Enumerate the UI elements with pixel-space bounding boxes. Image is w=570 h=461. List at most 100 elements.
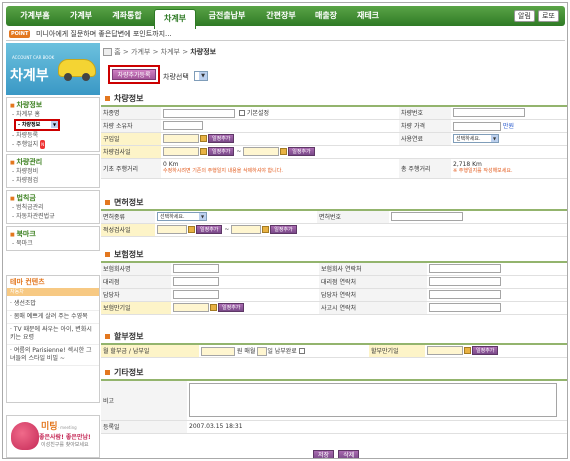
owner-label: 차량 소유자 (101, 118, 161, 133)
fuel-select[interactable]: 선택하세요. (453, 134, 499, 143)
section-license: 면허정보 면허종류 선택하세요. 면허번호 적성검사일 일정추가 ~ 일정추가 (101, 197, 567, 237)
installment-expire-input[interactable] (427, 346, 463, 356)
sidebar-menu: 차량정보 차계부 홈 차량정보 차량등록 주행일지 N 차량관리 차량정비 차량… (6, 97, 100, 253)
alarm-button[interactable]: 알림 (514, 10, 535, 22)
manager-tel-input[interactable] (429, 290, 501, 299)
license-type-select[interactable]: 선택하세요. (157, 212, 207, 222)
menu-group-title[interactable]: 차량관리 (10, 157, 96, 167)
carbook-logo: ACCOUNT CAR BOOK 차계부 (6, 43, 100, 95)
section-car-info: 차량정보 차종명 기본설정 차량번호 차량 소유자 차량 가격 만원 구입일 일… (101, 93, 567, 179)
sidebar-item-fines[interactable]: 범칙금관리 (10, 203, 96, 212)
tab-cashbook[interactable]: 금전출납부 (198, 6, 256, 26)
car-select-dropdown[interactable]: ▼ (194, 71, 208, 81)
accident-tel-input[interactable] (429, 303, 501, 312)
license-type-label: 면허종류 (101, 209, 155, 224)
add-schedule-button[interactable]: 일정추가 (288, 147, 315, 156)
paid-checkbox[interactable] (298, 348, 305, 355)
owner-input[interactable] (163, 121, 203, 130)
add-schedule-button[interactable]: 일정추가 (270, 225, 297, 234)
menu-group-title[interactable]: 법칙금 (10, 193, 96, 203)
manager-input[interactable] (173, 290, 219, 299)
meeting-banner[interactable]: 미팅· meeting 좋은사람! 좋은만남! 이성친구를 찾아보세요 (6, 415, 100, 458)
agency-tel-input[interactable] (429, 277, 501, 286)
calendar-icon[interactable] (210, 304, 217, 311)
price-input[interactable] (453, 121, 501, 131)
theme-item[interactable]: 생선조밥 (7, 298, 99, 311)
tab-home[interactable]: 가계부홈 (10, 6, 60, 26)
menu-group-bookmark: 북마크 북마크 (6, 226, 100, 251)
section-title: 차량정보 (101, 93, 567, 105)
meeting-line1: 좋은사람! 좋은만남! (39, 434, 91, 441)
won-monthly-label: 원 매월 (236, 347, 256, 355)
sidebar-item-bookmark[interactable]: 북마크 (10, 239, 96, 248)
insurance-expire-input[interactable] (173, 303, 209, 312)
monthly-amount-input[interactable] (201, 346, 235, 356)
tab-accounts[interactable]: 계좌통합 (102, 6, 152, 26)
agency-input[interactable] (173, 277, 219, 286)
inspect-start-input[interactable] (163, 147, 199, 156)
add-schedule-button[interactable]: 일정추가 (218, 303, 245, 312)
calendar-icon[interactable] (200, 135, 207, 142)
license-number-input[interactable] (391, 212, 463, 222)
add-schedule-button[interactable]: 일정추가 (196, 225, 223, 234)
monthly-payment-label: 월 할부금 / 납부일 (101, 343, 199, 358)
main-content: 홈 > 가계부 > 차계부 > 차량정보 차량추가등록 차량선택 ▼ 차량정보 … (101, 43, 567, 458)
agency-tel-label: 대리점 연락처 (319, 274, 427, 289)
sidebar-item-driving-log[interactable]: 주행일지 N (10, 140, 96, 149)
add-schedule-button[interactable]: 일정추가 (472, 346, 499, 356)
car-select-label: 차량선택 (163, 73, 189, 81)
calendar-icon[interactable] (200, 148, 207, 155)
calendar-icon[interactable] (262, 226, 270, 233)
memo-textarea[interactable] (189, 383, 557, 418)
tab-simple-ledger[interactable]: 간편장부 (258, 6, 304, 26)
sidebar-item-laws[interactable]: 자동차관련법규 (10, 212, 96, 221)
sidebar-item-home[interactable]: 차계부 홈 (10, 110, 96, 119)
delete-button[interactable]: 삭제 (338, 450, 360, 458)
sidebar-item-car-info[interactable]: 차량정보 (14, 119, 60, 131)
add-schedule-button[interactable]: 일정추가 (208, 134, 235, 143)
section-installment: 할부정보 월 할부금 / 납부일 원 매월 일 납부완료 할부만기일 일정추가 (101, 331, 567, 358)
sidebar-item-inspection[interactable]: 차량점검 (10, 176, 96, 185)
add-schedule-button[interactable]: 일정추가 (208, 147, 235, 156)
tab-householdbook[interactable]: 가계부 (62, 6, 100, 26)
calendar-icon[interactable] (280, 148, 288, 155)
save-button[interactable]: 저장 (313, 450, 335, 458)
form-buttons: 저장 삭제 (313, 450, 361, 458)
theme-item[interactable]: TV 때문에 싸우는 아이, 변화시키는 요령 (7, 324, 99, 345)
highlight-box: 차량추가등록 (108, 65, 160, 84)
home-icon[interactable] (103, 48, 112, 56)
sidebar-item-register[interactable]: 차량등록 (10, 131, 96, 140)
manager-tel-label: 담당자 연락처 (319, 287, 427, 302)
breadcrumb-home[interactable]: 홈 (114, 48, 120, 56)
calendar-icon[interactable] (464, 347, 471, 355)
theme-item[interactable]: 몸매 예쁘게 살려 주는 수영복 (7, 311, 99, 324)
point-link[interactable]: 미니아에게 질문하며 좋은답변에 포인트까지... (36, 29, 172, 39)
car-info-table: 차종명 기본설정 차량번호 차량 소유자 차량 가격 만원 구입일 일정추가 사… (101, 105, 567, 179)
aptitude-end-input[interactable] (231, 225, 262, 234)
default-checkbox[interactable] (238, 110, 245, 117)
pay-day-input[interactable] (257, 346, 268, 356)
aptitude-start-input[interactable] (157, 225, 187, 234)
breadcrumb-path2[interactable]: 차계부 (161, 48, 180, 56)
car-number-input[interactable] (453, 108, 525, 118)
car-icon (58, 59, 96, 81)
manager-label: 담당자 (101, 287, 171, 302)
car-name-input[interactable] (163, 108, 235, 118)
menu-group-title[interactable]: 차량정보 (10, 100, 96, 110)
insurer-tel-input[interactable] (429, 264, 501, 274)
tab-carbook[interactable]: 차계부 (154, 9, 196, 29)
lotto-button[interactable]: 로또 (538, 10, 559, 22)
calendar-icon[interactable] (188, 226, 195, 233)
buy-date-input[interactable] (163, 134, 199, 143)
tab-finance[interactable]: 재테크 (348, 6, 388, 26)
installment-expire-label: 할부만기일 (369, 343, 425, 358)
breadcrumb-path1[interactable]: 가계부 (131, 48, 150, 56)
insurer-input[interactable] (173, 264, 219, 274)
theme-item[interactable]: 여름의 Parisienne! 섹시한 그녀들의 스타일 비밀 ~ (7, 345, 99, 366)
tab-sales[interactable]: 매출장 (306, 6, 346, 26)
sidebar-item-repair[interactable]: 차량정비 (10, 167, 96, 176)
inspect-end-input[interactable] (243, 147, 280, 156)
add-car-button[interactable]: 차량추가등록 (112, 69, 156, 80)
logo-subtitle: ACCOUNT CAR BOOK (12, 55, 55, 60)
menu-group-title[interactable]: 북마크 (10, 229, 96, 239)
